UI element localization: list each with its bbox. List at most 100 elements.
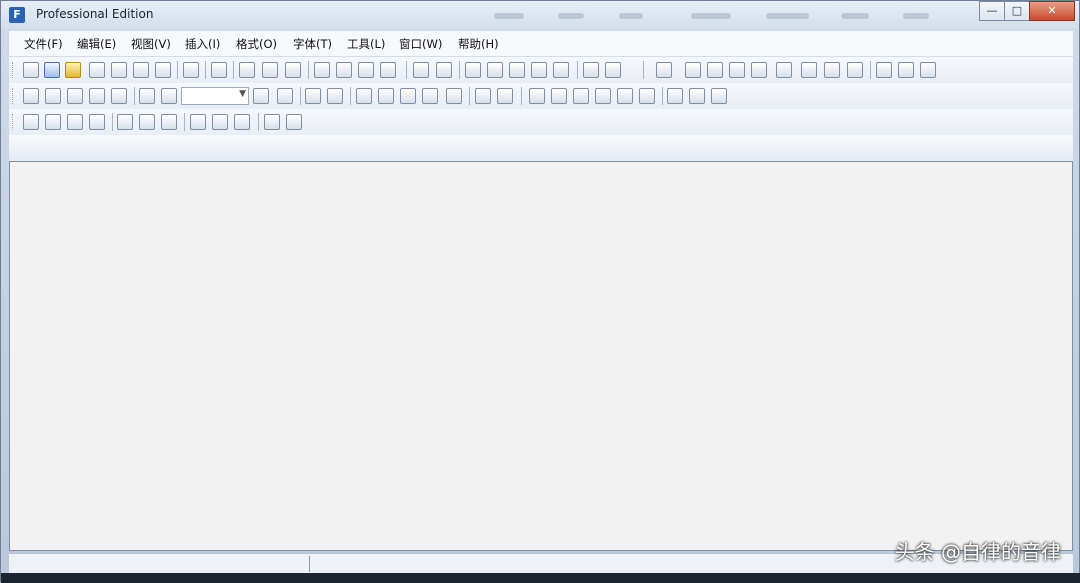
toolbar-button-30[interactable] [751,62,767,78]
toolbar-button-23[interactable] [553,62,569,78]
toolbar-button-41[interactable] [89,88,105,104]
toolbar-button-3[interactable] [65,62,81,78]
toolbar-button-53[interactable] [446,88,462,104]
toolbar-row-1 [9,57,1073,83]
toolbar-button-5[interactable] [111,62,127,78]
toolbar-button-1[interactable] [23,62,39,78]
toolbar-button-35[interactable] [876,62,892,78]
toolbar-button-65[interactable] [23,114,39,130]
toolbar-button-67[interactable] [67,114,83,130]
menu-edit[interactable]: 编辑(E) [77,36,116,52]
toolbar-button-74[interactable] [234,114,250,130]
toolbar-button-40[interactable] [67,88,83,104]
document-workspace[interactable] [9,161,1073,551]
menu-tools[interactable]: 工具(L) [347,36,385,52]
toolbar-button-50[interactable] [378,88,394,104]
toolbar-button-62[interactable] [667,88,683,104]
toolbar-button-10[interactable] [239,62,255,78]
toolbar-button-52[interactable] [422,88,438,104]
toolbar-button-16[interactable] [380,62,396,78]
toolbar-button-4[interactable] [89,62,105,78]
menu-window[interactable]: 窗口(W) [399,36,442,52]
toolbar-button-12[interactable] [285,62,301,78]
blurred-title-fragment [841,13,869,19]
toolbar-button-19[interactable] [465,62,481,78]
toolbar-button-2[interactable] [44,62,60,78]
toolbar-button-7[interactable] [155,62,171,78]
toolbar-button-71[interactable] [161,114,177,130]
toolbar-button-75[interactable] [264,114,280,130]
menu-insert[interactable]: 插入(I) [185,36,220,52]
toolbar-button-20[interactable] [487,62,503,78]
toolbar-button-51[interactable] [400,88,416,104]
toolbar-button-38[interactable] [23,88,39,104]
menu-help[interactable]: 帮助(H) [458,36,499,52]
toolbar-button-13[interactable] [314,62,330,78]
toolbar-button-72[interactable] [190,114,206,130]
toolbar-button-6[interactable] [133,62,149,78]
toolbar-button-60[interactable] [617,88,633,104]
menu-view[interactable]: 视图(V) [131,36,171,52]
toolbar-button-24[interactable] [583,62,599,78]
minimize-button[interactable]: — [979,1,1005,21]
toolbar-button-17[interactable] [413,62,429,78]
toolbar-button-39[interactable] [45,88,61,104]
toolbar-button-26[interactable] [656,62,672,78]
toolbar-button-63[interactable] [689,88,705,104]
toolbar-button-69[interactable] [117,114,133,130]
toolbar-button-9[interactable] [211,62,227,78]
toolbar-button-61[interactable] [639,88,655,104]
toolbar-button-55[interactable] [497,88,513,104]
watermark: 头条 @自律的音律 [894,540,1061,564]
toolbar-button-59[interactable] [595,88,611,104]
toolbar-button-54[interactable] [475,88,491,104]
toolbar-button-46[interactable] [277,88,293,104]
menu-format[interactable]: 格式(O) [236,36,277,52]
toolbar-button-18[interactable] [436,62,452,78]
toolbar-button-47[interactable] [305,88,321,104]
toolbar-button-48[interactable] [327,88,343,104]
toolbar-button-37[interactable] [920,62,936,78]
toolbar-button-28[interactable] [707,62,723,78]
title-bar: F Professional Edition — □ ✕ [1,1,1079,29]
toolbar-button-56[interactable] [529,88,545,104]
menu-file[interactable]: 文件(F) [24,36,63,52]
toolbar-button-15[interactable] [358,62,374,78]
toolbar-button-58[interactable] [573,88,589,104]
toolbar-button-64[interactable] [711,88,727,104]
toolbar-button-42[interactable] [111,88,127,104]
toolbar-button-73[interactable] [212,114,228,130]
toolbar-button-66[interactable] [45,114,61,130]
toolbar-button-45[interactable] [253,88,269,104]
application-window: F Professional Edition — □ ✕ 文件(F) 编辑(E)… [0,0,1080,583]
toolbar-button-29[interactable] [729,62,745,78]
toolbar-button-49[interactable] [356,88,372,104]
toolbar-button-27[interactable] [685,62,701,78]
window-title: Professional Edition [36,7,154,21]
zoom-combobox[interactable]: ▼ [181,87,249,105]
toolbar-button-36[interactable] [898,62,914,78]
toolbar-button-34[interactable] [847,62,863,78]
toolbar-button-22[interactable] [531,62,547,78]
toolbar-button-32[interactable] [801,62,817,78]
menu-font[interactable]: 字体(T) [293,36,332,52]
toolbar-button-14[interactable] [336,62,352,78]
close-button[interactable]: ✕ [1029,1,1075,21]
toolbar-button-68[interactable] [89,114,105,130]
toolbar-button-44[interactable] [161,88,177,104]
toolbar-button-70[interactable] [139,114,155,130]
toolbar-button-33[interactable] [824,62,840,78]
toolbar-separator [184,113,185,131]
toolbar-grip [12,62,16,78]
toolbar-button-43[interactable] [139,88,155,104]
toolbar-separator [205,61,206,79]
maximize-button[interactable]: □ [1004,1,1030,21]
toolbar-button-31[interactable] [776,62,792,78]
toolbar-button-57[interactable] [551,88,567,104]
toolbar-button-8[interactable] [183,62,199,78]
toolbar-button-11[interactable] [262,62,278,78]
toolbar-button-76[interactable] [286,114,302,130]
toolbar-button-21[interactable] [509,62,525,78]
app-icon: F [9,7,25,23]
toolbar-button-25[interactable] [605,62,621,78]
